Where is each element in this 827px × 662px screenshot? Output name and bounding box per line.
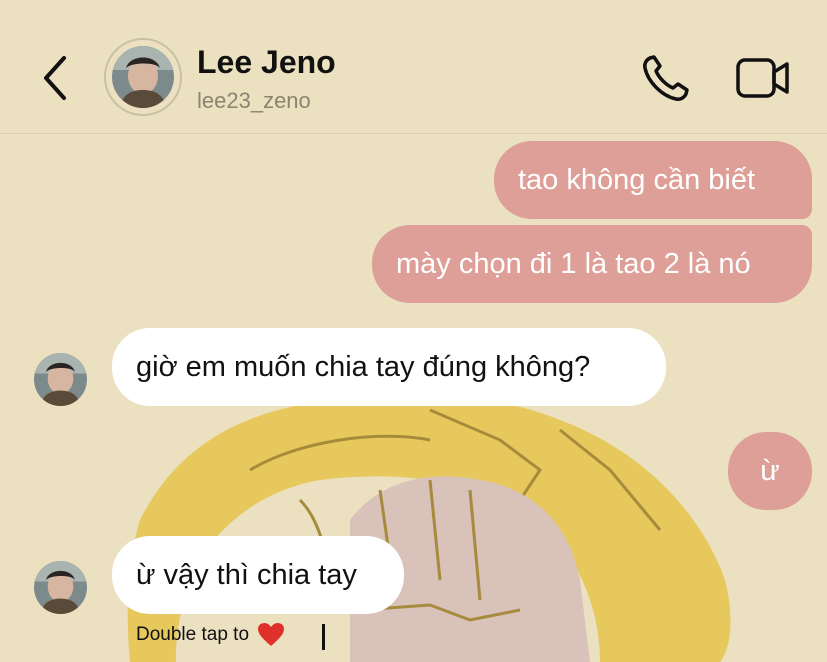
- message-text: mày chọn đi 1 là tao 2 là nó: [396, 247, 751, 280]
- avatar-image: [34, 561, 87, 614]
- double-tap-hint: Double tap to: [136, 622, 285, 648]
- chat-header: Lee Jeno lee23_zeno: [0, 0, 827, 134]
- contact-username: lee23_zeno: [197, 88, 311, 113]
- avatar-image: [34, 353, 87, 406]
- video-call-button[interactable]: [735, 54, 791, 102]
- phone-icon: [643, 55, 689, 101]
- voice-call-button[interactable]: [638, 52, 692, 106]
- message-text: ừ vậy thì chia tay: [136, 558, 357, 591]
- video-camera-icon: [736, 58, 789, 98]
- message-bubble-incoming[interactable]: giờ em muốn chia tay đúng không?: [112, 328, 666, 406]
- message-text: giờ em muốn chia tay đúng không?: [136, 350, 591, 383]
- back-button[interactable]: [36, 52, 76, 104]
- message-text: ừ: [760, 454, 780, 487]
- avatar-image: [112, 46, 174, 108]
- double-tap-hint-text: Double tap to: [136, 624, 250, 645]
- message-bubble-outgoing[interactable]: tao không cần biết: [494, 141, 812, 219]
- text-cursor: [322, 624, 325, 650]
- message-text: tao không cần biết: [518, 163, 756, 196]
- contact-name[interactable]: Lee Jeno: [197, 44, 336, 81]
- sender-avatar[interactable]: [34, 561, 87, 614]
- message-bubble-outgoing[interactable]: ừ: [728, 432, 812, 510]
- message-bubble-incoming[interactable]: ừ vậy thì chia tay: [112, 536, 404, 614]
- chevron-left-icon: [44, 56, 66, 100]
- heart-icon[interactable]: [257, 622, 285, 648]
- avatar[interactable]: [112, 46, 174, 108]
- sender-avatar[interactable]: [34, 353, 87, 406]
- message-bubble-outgoing[interactable]: mày chọn đi 1 là tao 2 là nó: [372, 225, 812, 303]
